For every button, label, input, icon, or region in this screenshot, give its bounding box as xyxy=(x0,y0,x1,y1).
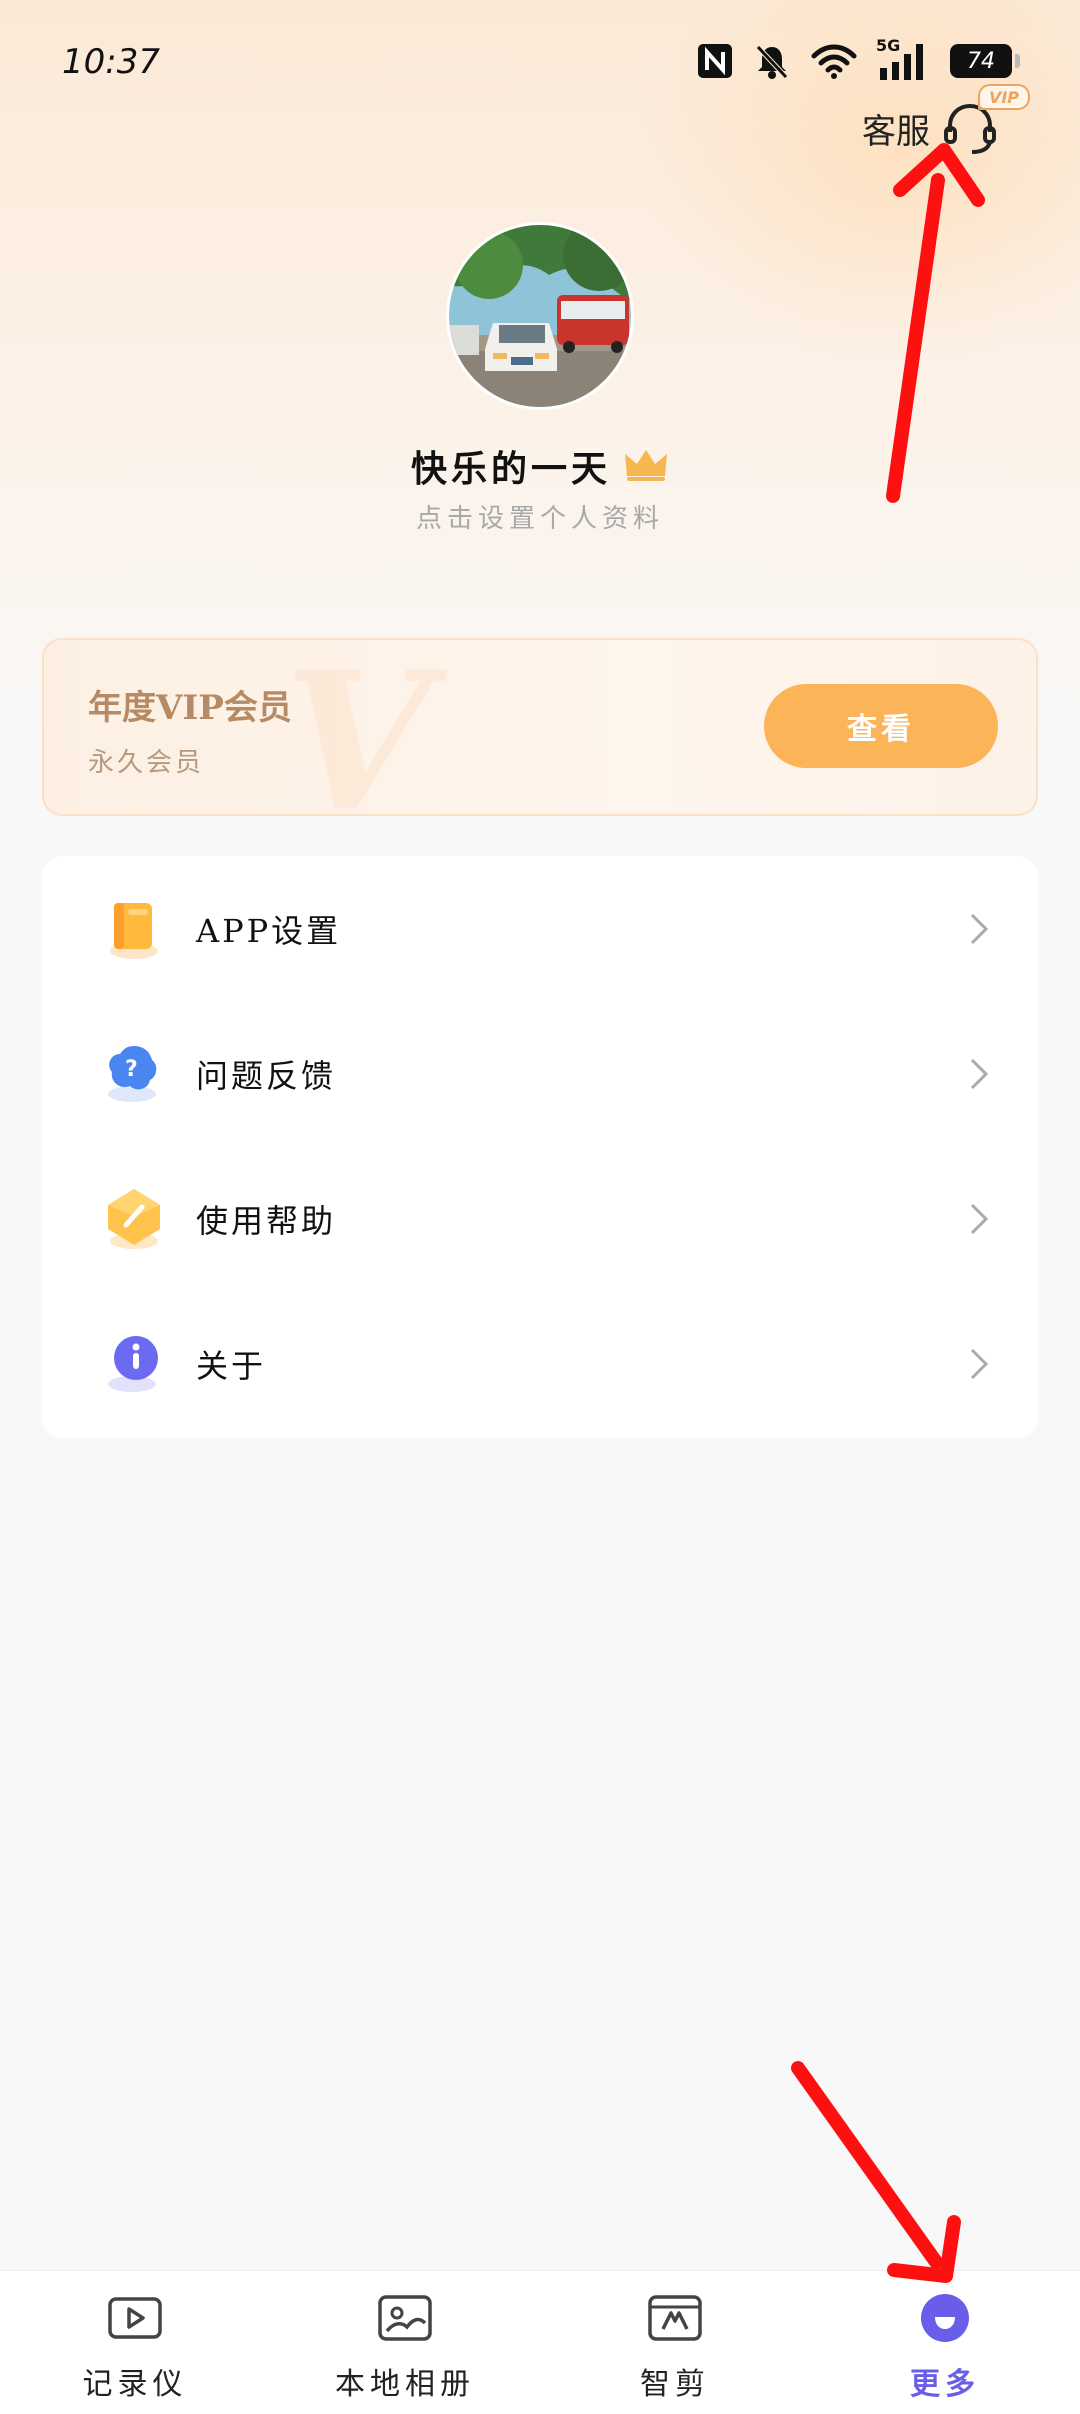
menu-label: 使用帮助 xyxy=(196,1201,337,1240)
tab-recorder[interactable]: 记录仪 xyxy=(0,2271,270,2414)
menu-item-feedback[interactable]: ? 问题反馈 xyxy=(42,1001,1038,1146)
profile-hint[interactable]: 点击设置个人资料 xyxy=(0,498,1080,535)
menu-item-app-settings[interactable]: APP设置 xyxy=(42,856,1038,1001)
chevron-right-icon xyxy=(968,911,990,947)
tab-smart-edit[interactable]: 智剪 xyxy=(540,2271,810,2414)
vip-card: V 年度VIP会员 永久会员 查看 xyxy=(42,638,1038,816)
menu-label: 关于 xyxy=(196,1346,267,1385)
menu-label: 问题反馈 xyxy=(196,1056,337,1095)
smart-edit-icon xyxy=(647,2293,703,2343)
vip-subtitle: 永久会员 xyxy=(88,748,205,778)
battery-icon: 74 xyxy=(950,44,1020,78)
menu-item-about[interactable]: 关于 xyxy=(42,1291,1038,1436)
bell-muted-icon xyxy=(752,41,792,81)
tab-label: 更多 xyxy=(910,2367,980,2402)
avatar-image xyxy=(449,225,631,407)
chevron-right-icon xyxy=(968,1346,990,1382)
service-label: 客服 xyxy=(862,111,930,152)
menu-item-help[interactable]: 使用帮助 xyxy=(42,1146,1038,1291)
feedback-icon: ? xyxy=(98,1038,170,1110)
info-icon xyxy=(98,1328,170,1400)
avatar[interactable] xyxy=(446,222,634,410)
tab-album[interactable]: 本地相册 xyxy=(270,2271,540,2414)
vip-title: 年度VIP会员 xyxy=(88,688,292,728)
help-icon xyxy=(98,1183,170,1255)
status-icons: 5G 74 xyxy=(696,36,1020,82)
menu-card: APP设置 ? 问题反馈 使用帮助 关于 xyxy=(42,856,1038,1438)
tab-label: 记录仪 xyxy=(82,2367,188,2402)
nfc-icon xyxy=(696,42,734,80)
view-vip-button[interactable]: 查看 xyxy=(764,684,998,768)
video-recorder-icon xyxy=(107,2293,163,2343)
tab-label: 本地相册 xyxy=(335,2367,475,2402)
more-icon xyxy=(917,2293,973,2343)
chevron-right-icon xyxy=(968,1056,990,1092)
tab-label: 智剪 xyxy=(640,2367,710,2402)
nickname-row[interactable]: 快乐的一天 xyxy=(0,440,1080,492)
status-time: 10:37 xyxy=(62,42,160,82)
arrow-to-more-tab xyxy=(791,2061,961,2283)
customer-service-button[interactable]: 客服 VIP xyxy=(862,84,1030,158)
menu-label: APP设置 xyxy=(196,911,342,950)
nickname: 快乐的一天 xyxy=(410,448,611,490)
crown-icon xyxy=(623,446,669,486)
chevron-right-icon xyxy=(968,1201,990,1237)
tab-more[interactable]: 更多 xyxy=(810,2271,1080,2414)
album-icon xyxy=(377,2293,433,2343)
bottom-tab-bar: 记录仪 本地相册 智剪 更多 xyxy=(0,2270,1080,2414)
svg-text:?: ? xyxy=(125,1057,138,1082)
vip-tag: VIP xyxy=(978,84,1030,110)
vip-watermark: V xyxy=(284,638,432,816)
signal-icon: 5G xyxy=(876,36,932,82)
wifi-icon xyxy=(810,42,858,80)
headset-icon: VIP xyxy=(940,84,1030,158)
settings-book-icon xyxy=(98,893,170,965)
